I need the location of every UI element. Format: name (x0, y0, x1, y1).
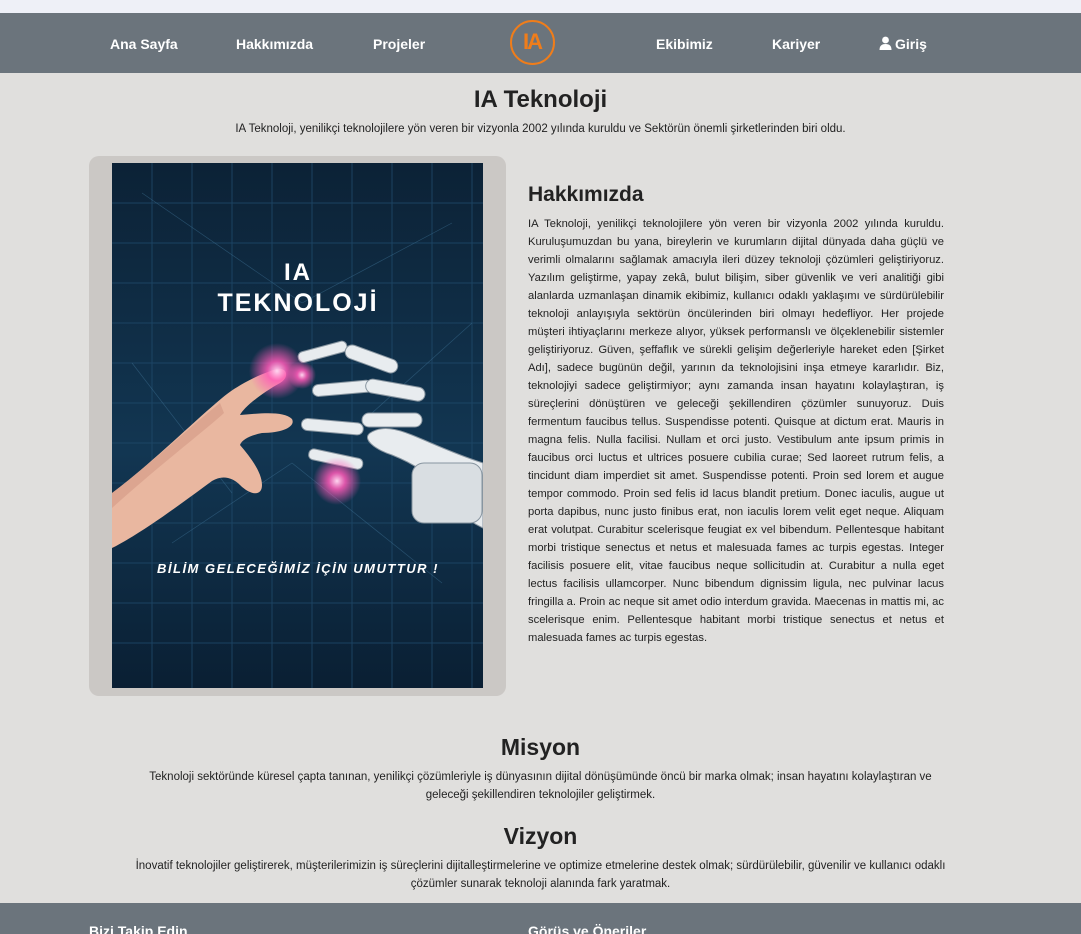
footer-follow-title: Bizi Takip Edin (89, 923, 188, 934)
nav-item-projects[interactable]: Projeler (373, 13, 425, 73)
nav-item-career[interactable]: Kariyer (772, 13, 820, 73)
mission-body: Teknoloji sektöründe küresel çapta tanın… (0, 768, 1081, 804)
vision-body: İnovatif teknolojiler geliştirerek, müşt… (0, 857, 1081, 893)
page-footer: Bizi Takip Edin Görüş ve Öneriler (0, 903, 1081, 934)
login-label: Giriş (895, 36, 927, 52)
company-image-card: IA TEKNOLOJİ BİLİM GELECEĞİMİZ İÇİN UMUT… (89, 156, 506, 696)
poster-tagline: BİLİM GELECEĞİMİZ İÇİN UMUTTUR ! (157, 561, 439, 576)
page-title: IA Teknoloji (473, 86, 608, 113)
company-poster-image: IA TEKNOLOJİ BİLİM GELECEĞİMİZ İÇİN UMUT… (112, 163, 483, 688)
nav-item-home[interactable]: Ana Sayfa (110, 13, 178, 73)
mission-title: Misyon (500, 734, 581, 760)
mission-body-line2: geleceği şekillendiren teknolojiler geli… (425, 789, 656, 801)
about-body: IA Teknoloji, yenilikçi teknolojilere yö… (528, 218, 944, 644)
brand-logo[interactable]: IA (510, 20, 555, 65)
footer-feedback-title: Görüş ve Öneriler (528, 923, 647, 934)
vision-body-line2: çözümler sunarak teknoloji alanında fark… (410, 878, 671, 890)
poster-title-line2: TEKNOLOJİ (217, 289, 378, 317)
mission-body-line1: Teknoloji sektöründe küresel çapta tanın… (149, 771, 932, 783)
main-navbar: Ana Sayfa Hakkımızda Projeler IA Ekibimi… (0, 13, 1081, 73)
nav-item-about[interactable]: Hakkımızda (236, 13, 313, 73)
page-subtitle: IA Teknoloji, yenilikçi teknolojilere yö… (235, 123, 846, 135)
about-title: Hakkımızda (528, 183, 644, 206)
nav-item-login[interactable]: Giriş (879, 13, 927, 73)
browser-top-strip (0, 0, 1081, 13)
vision-title: Vizyon (503, 823, 578, 849)
vision-body-line1: İnovatif teknolojiler geliştirerek, müşt… (135, 860, 946, 872)
nav-item-team[interactable]: Ekibimiz (656, 13, 713, 73)
brand-logo-text: IA (523, 29, 543, 54)
poster-title-line1: IA (284, 259, 312, 286)
user-icon (879, 36, 892, 51)
